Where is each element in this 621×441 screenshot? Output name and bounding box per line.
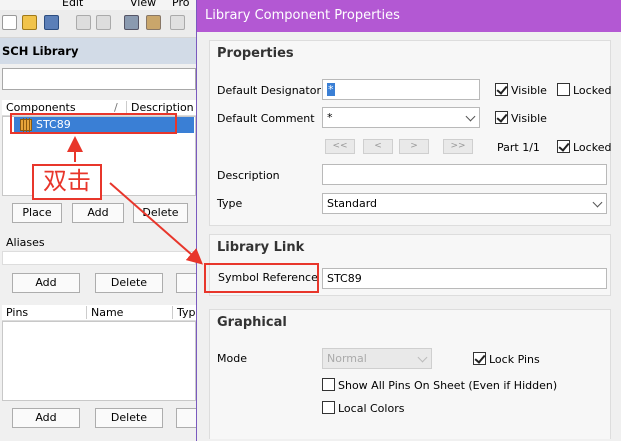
graphical-title: Graphical — [217, 315, 287, 330]
library-icon[interactable] — [146, 15, 161, 30]
type-value: Standard — [327, 197, 378, 210]
properties-title: Properties — [217, 46, 294, 61]
delete-alias-button[interactable]: Delete — [95, 273, 163, 293]
toolbar — [0, 10, 200, 38]
add-pin-button[interactable]: Add — [12, 408, 80, 428]
pins-header: Pins Name Type — [2, 305, 202, 321]
zoom-icon[interactable] — [170, 15, 185, 30]
delete-component-button[interactable]: Delete — [133, 203, 188, 223]
sch-library-panel: Edit View Pro SCH Library Components / D… — [0, 0, 202, 441]
print-icon[interactable] — [76, 15, 91, 30]
library-component-properties-dialog: Library Component Properties Properties … — [196, 0, 621, 441]
chevron-down-icon — [465, 111, 476, 122]
show-all-pins-checkbox[interactable] — [322, 378, 335, 391]
aliases-header: Aliases — [6, 236, 45, 249]
screen: Edit View Pro SCH Library Components / D… — [0, 0, 621, 441]
next-part-button[interactable]: > — [399, 139, 429, 154]
library-link-title: Library Link — [217, 240, 305, 255]
pins-list — [2, 321, 196, 401]
type-select[interactable]: Standard — [322, 193, 607, 214]
previous-part-button[interactable]: < — [363, 139, 393, 154]
last-part-button[interactable]: >> — [443, 139, 473, 154]
place-button[interactable]: Place — [12, 203, 62, 223]
comment-visible-checkbox[interactable] — [495, 111, 508, 124]
description-label: Description — [217, 169, 280, 182]
default-comment-label: Default Comment — [217, 112, 315, 125]
pin-name-column[interactable]: Name — [86, 306, 123, 319]
chevron-down-icon — [417, 352, 428, 363]
component-filter-input[interactable] — [2, 68, 196, 90]
part-locked-checkbox[interactable] — [557, 140, 570, 153]
default-designator-input[interactable]: * — [322, 79, 480, 100]
chevron-down-icon — [592, 197, 603, 208]
symbol-reference-highlight-box — [204, 263, 319, 293]
mode-value: Normal — [327, 352, 367, 365]
description-input[interactable] — [322, 164, 607, 185]
save-icon[interactable] — [44, 15, 59, 30]
lock-pins-label: Lock Pins — [489, 353, 540, 366]
double-click-annotation: 双击 — [32, 164, 102, 200]
menu-bar: Edit View Pro — [0, 0, 200, 10]
delete-pin-button[interactable]: Delete — [95, 408, 163, 428]
designator-visible-label: Visible — [511, 84, 547, 97]
component-highlight-box — [10, 113, 177, 134]
symbol-reference-input[interactable]: STC89 — [322, 268, 607, 289]
open-folder-icon[interactable] — [22, 15, 37, 30]
new-file-icon[interactable] — [2, 15, 17, 30]
sch-library-title: SCH Library — [0, 38, 200, 64]
lock-pins-checkbox[interactable] — [473, 352, 486, 365]
designator-locked-label: Locked — [573, 84, 612, 97]
print-preview-icon[interactable] — [96, 15, 111, 30]
show-all-pins-label: Show All Pins On Sheet (Even if Hidden) — [338, 379, 558, 392]
part-locked-label: Locked — [573, 141, 612, 154]
first-part-button[interactable]: << — [325, 139, 355, 154]
local-colors-label: Local Colors — [338, 402, 405, 415]
comment-visible-label: Visible — [511, 112, 547, 125]
dialog-title: Library Component Properties — [197, 0, 621, 32]
type-label: Type — [217, 197, 243, 210]
designator-visible-checkbox[interactable] — [495, 83, 508, 96]
default-designator-label: Default Designator — [217, 84, 321, 97]
designator-locked-checkbox[interactable] — [557, 83, 570, 96]
part-indicator: Part 1/1 — [497, 141, 540, 154]
add-alias-button[interactable]: Add — [12, 273, 80, 293]
local-colors-checkbox[interactable] — [322, 401, 335, 414]
menu-edit[interactable]: Edit — [62, 0, 83, 9]
pins-column[interactable]: Pins — [6, 306, 28, 319]
default-comment-select[interactable]: * — [322, 107, 480, 128]
menu-project[interactable]: Pro — [172, 0, 189, 9]
designator-value: * — [327, 83, 335, 96]
comment-value: * — [327, 111, 333, 124]
aliases-list — [2, 251, 196, 265]
mode-label: Mode — [217, 352, 247, 365]
add-component-button[interactable]: Add — [72, 203, 124, 223]
graphical-group: Graphical — [209, 309, 611, 439]
menu-view[interactable]: View — [130, 0, 156, 9]
mode-select[interactable]: Normal — [322, 348, 432, 369]
component-icon[interactable] — [124, 15, 139, 30]
